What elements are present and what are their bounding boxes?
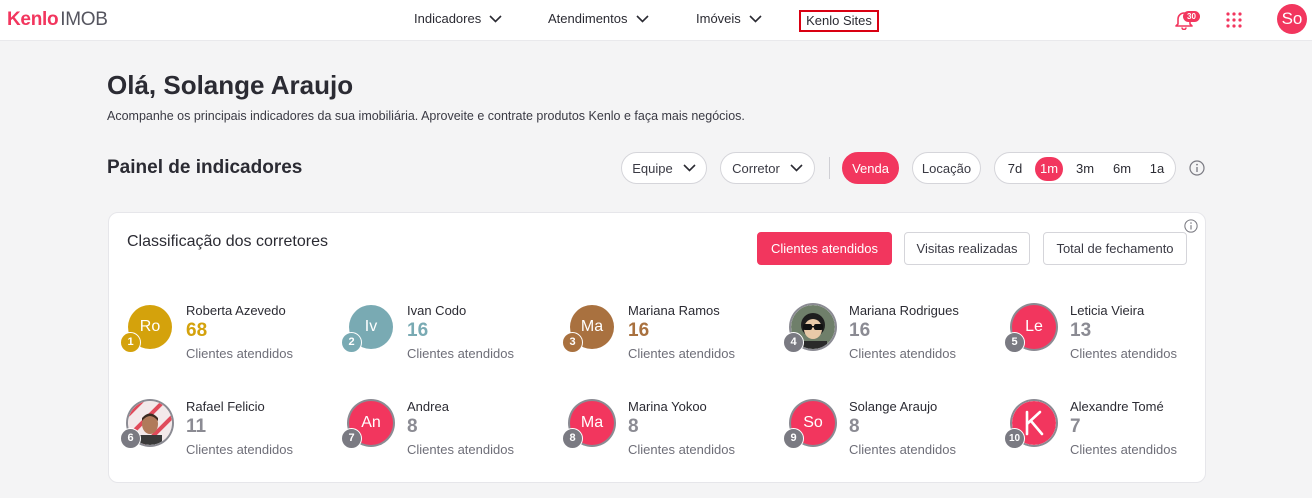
- agent-metric-label: Clientes atendidos: [849, 346, 956, 361]
- kenlo-imob-logo[interactable]: Kenlo IMOB: [7, 9, 108, 31]
- ranking-item[interactable]: So 9 Solange Araujo 8 Clientes atendidos: [783, 399, 1001, 481]
- deal-type-venda[interactable]: Venda: [842, 152, 899, 184]
- agent-metric-label: Clientes atendidos: [1070, 346, 1177, 361]
- rank-badge: 4: [783, 332, 804, 353]
- page-title: Olá, Solange Araujo: [107, 70, 354, 100]
- nav-kenlo-sites[interactable]: Kenlo Sites: [799, 10, 879, 32]
- rank-badge: 9: [783, 428, 804, 449]
- filter-divider: [829, 157, 830, 179]
- tab-total-fechamento[interactable]: Total de fechamento: [1043, 232, 1187, 265]
- period-1m[interactable]: 1m: [1035, 157, 1063, 181]
- rank-badge: 7: [341, 428, 362, 449]
- rank-badge: 1: [120, 332, 141, 353]
- period-1a[interactable]: 1a: [1145, 157, 1169, 181]
- ranking-item[interactable]: Ma 8 Marina Yokoo 8 Clientes atendidos: [562, 399, 780, 481]
- page-subtitle: Acompanhe os principais indicadores da s…: [107, 109, 745, 123]
- chevron-down-icon: [683, 164, 696, 172]
- rank-badge: 8: [562, 428, 583, 449]
- top-navbar: Kenlo IMOB Indicadores Atendimentos Imóve…: [0, 0, 1312, 41]
- ranking-item[interactable]: Le 5 Leticia Vieira 13 Clientes atendidos: [1004, 303, 1222, 385]
- logo-sub: IMOB: [60, 9, 108, 30]
- ranking-item[interactable]: Ma 3 Mariana Ramos 16 Clientes atendidos: [562, 303, 780, 385]
- ranking-item[interactable]: 10 Alexandre Tomé 7 Clientes atendidos: [1004, 399, 1222, 481]
- agent-value: 8: [628, 416, 639, 437]
- nav-atendimentos[interactable]: Atendimentos: [548, 11, 649, 26]
- nav-indicadores[interactable]: Indicadores: [414, 11, 502, 26]
- nav-imoveis-label: Imóveis: [696, 11, 741, 26]
- agent-value: 16: [849, 320, 871, 341]
- period-3m[interactable]: 3m: [1073, 157, 1097, 181]
- ranking-item[interactable]: Ro 1 Roberta Azevedo 68 Clientes atendidos: [120, 303, 338, 385]
- agent-name: Ivan Codo: [407, 303, 467, 318]
- agent-name: Rafael Felicio: [186, 399, 265, 414]
- agent-name: Andrea: [407, 399, 449, 414]
- period-7d[interactable]: 7d: [1003, 157, 1027, 181]
- deal-type-locacao[interactable]: Locação: [912, 152, 981, 184]
- broker-select-label: Corretor: [732, 160, 780, 176]
- period-6m[interactable]: 6m: [1110, 157, 1134, 181]
- rank-badge: 3: [562, 332, 583, 353]
- agent-metric-label: Clientes atendidos: [186, 346, 293, 361]
- apps-grid-icon[interactable]: [1226, 12, 1242, 28]
- agent-metric-label: Clientes atendidos: [186, 442, 293, 457]
- rank-badge: 5: [1004, 332, 1025, 353]
- period-selector: 7d 1m 3m 6m 1a: [994, 152, 1176, 184]
- chevron-down-icon: [489, 14, 502, 23]
- nav-indicadores-label: Indicadores: [414, 11, 482, 26]
- ranking-item[interactable]: 6 Rafael Felicio 11 Clientes atendidos: [120, 399, 338, 481]
- agent-metric-label: Clientes atendidos: [407, 442, 514, 457]
- agent-value: 16: [628, 320, 650, 341]
- team-select-label: Equipe: [632, 160, 673, 176]
- ranking-item[interactable]: 4 Mariana Rodrigues 16 Clientes atendidos: [783, 303, 1001, 385]
- agent-value: 11: [186, 416, 207, 437]
- panel-title: Painel de indicadores: [107, 157, 303, 178]
- ranking-item[interactable]: An 7 Andrea 8 Clientes atendidos: [341, 399, 559, 481]
- logo-brand: Kenlo: [7, 9, 59, 30]
- tab-clientes-atendidos[interactable]: Clientes atendidos: [757, 232, 892, 265]
- info-icon[interactable]: [1184, 219, 1198, 233]
- nav-atendimentos-label: Atendimentos: [548, 11, 628, 26]
- chevron-down-icon: [635, 14, 649, 23]
- agent-value: 16: [407, 320, 429, 341]
- agent-name: Mariana Ramos: [628, 303, 720, 318]
- chevron-down-icon: [749, 14, 762, 23]
- agent-name: Solange Araujo: [849, 399, 938, 414]
- agent-name: Alexandre Tomé: [1070, 399, 1164, 414]
- agent-value: 68: [186, 320, 208, 341]
- rank-badge: 10: [1004, 428, 1025, 449]
- ranking-title: Classificação dos corretores: [127, 233, 328, 250]
- rank-badge: 2: [341, 332, 362, 353]
- agent-name: Mariana Rodrigues: [849, 303, 959, 318]
- agent-value: 7: [1070, 416, 1081, 437]
- tab-visitas-realizadas[interactable]: Visitas realizadas: [904, 232, 1030, 265]
- agent-metric-label: Clientes atendidos: [628, 442, 735, 457]
- agent-metric-label: Clientes atendidos: [628, 346, 735, 361]
- agent-metric-label: Clientes atendidos: [407, 346, 514, 361]
- nav-imoveis[interactable]: Imóveis: [696, 11, 762, 26]
- rank-badge: 6: [120, 428, 141, 449]
- notification-badge: 30: [1183, 11, 1200, 22]
- ranking-item[interactable]: Iv 2 Ivan Codo 16 Clientes atendidos: [341, 303, 559, 385]
- user-avatar[interactable]: So: [1277, 4, 1307, 34]
- info-icon[interactable]: [1189, 160, 1205, 176]
- agent-metric-label: Clientes atendidos: [849, 442, 956, 457]
- chevron-down-icon: [790, 164, 803, 172]
- agent-name: Leticia Vieira: [1070, 303, 1145, 318]
- agent-value: 8: [407, 416, 418, 437]
- team-select[interactable]: Equipe: [621, 152, 707, 184]
- agent-value: 8: [849, 416, 860, 437]
- agent-metric-label: Clientes atendidos: [1070, 442, 1177, 457]
- agent-value: 13: [1070, 320, 1092, 341]
- broker-select[interactable]: Corretor: [720, 152, 815, 184]
- agent-name: Roberta Azevedo: [186, 303, 286, 318]
- agent-name: Marina Yokoo: [628, 399, 707, 414]
